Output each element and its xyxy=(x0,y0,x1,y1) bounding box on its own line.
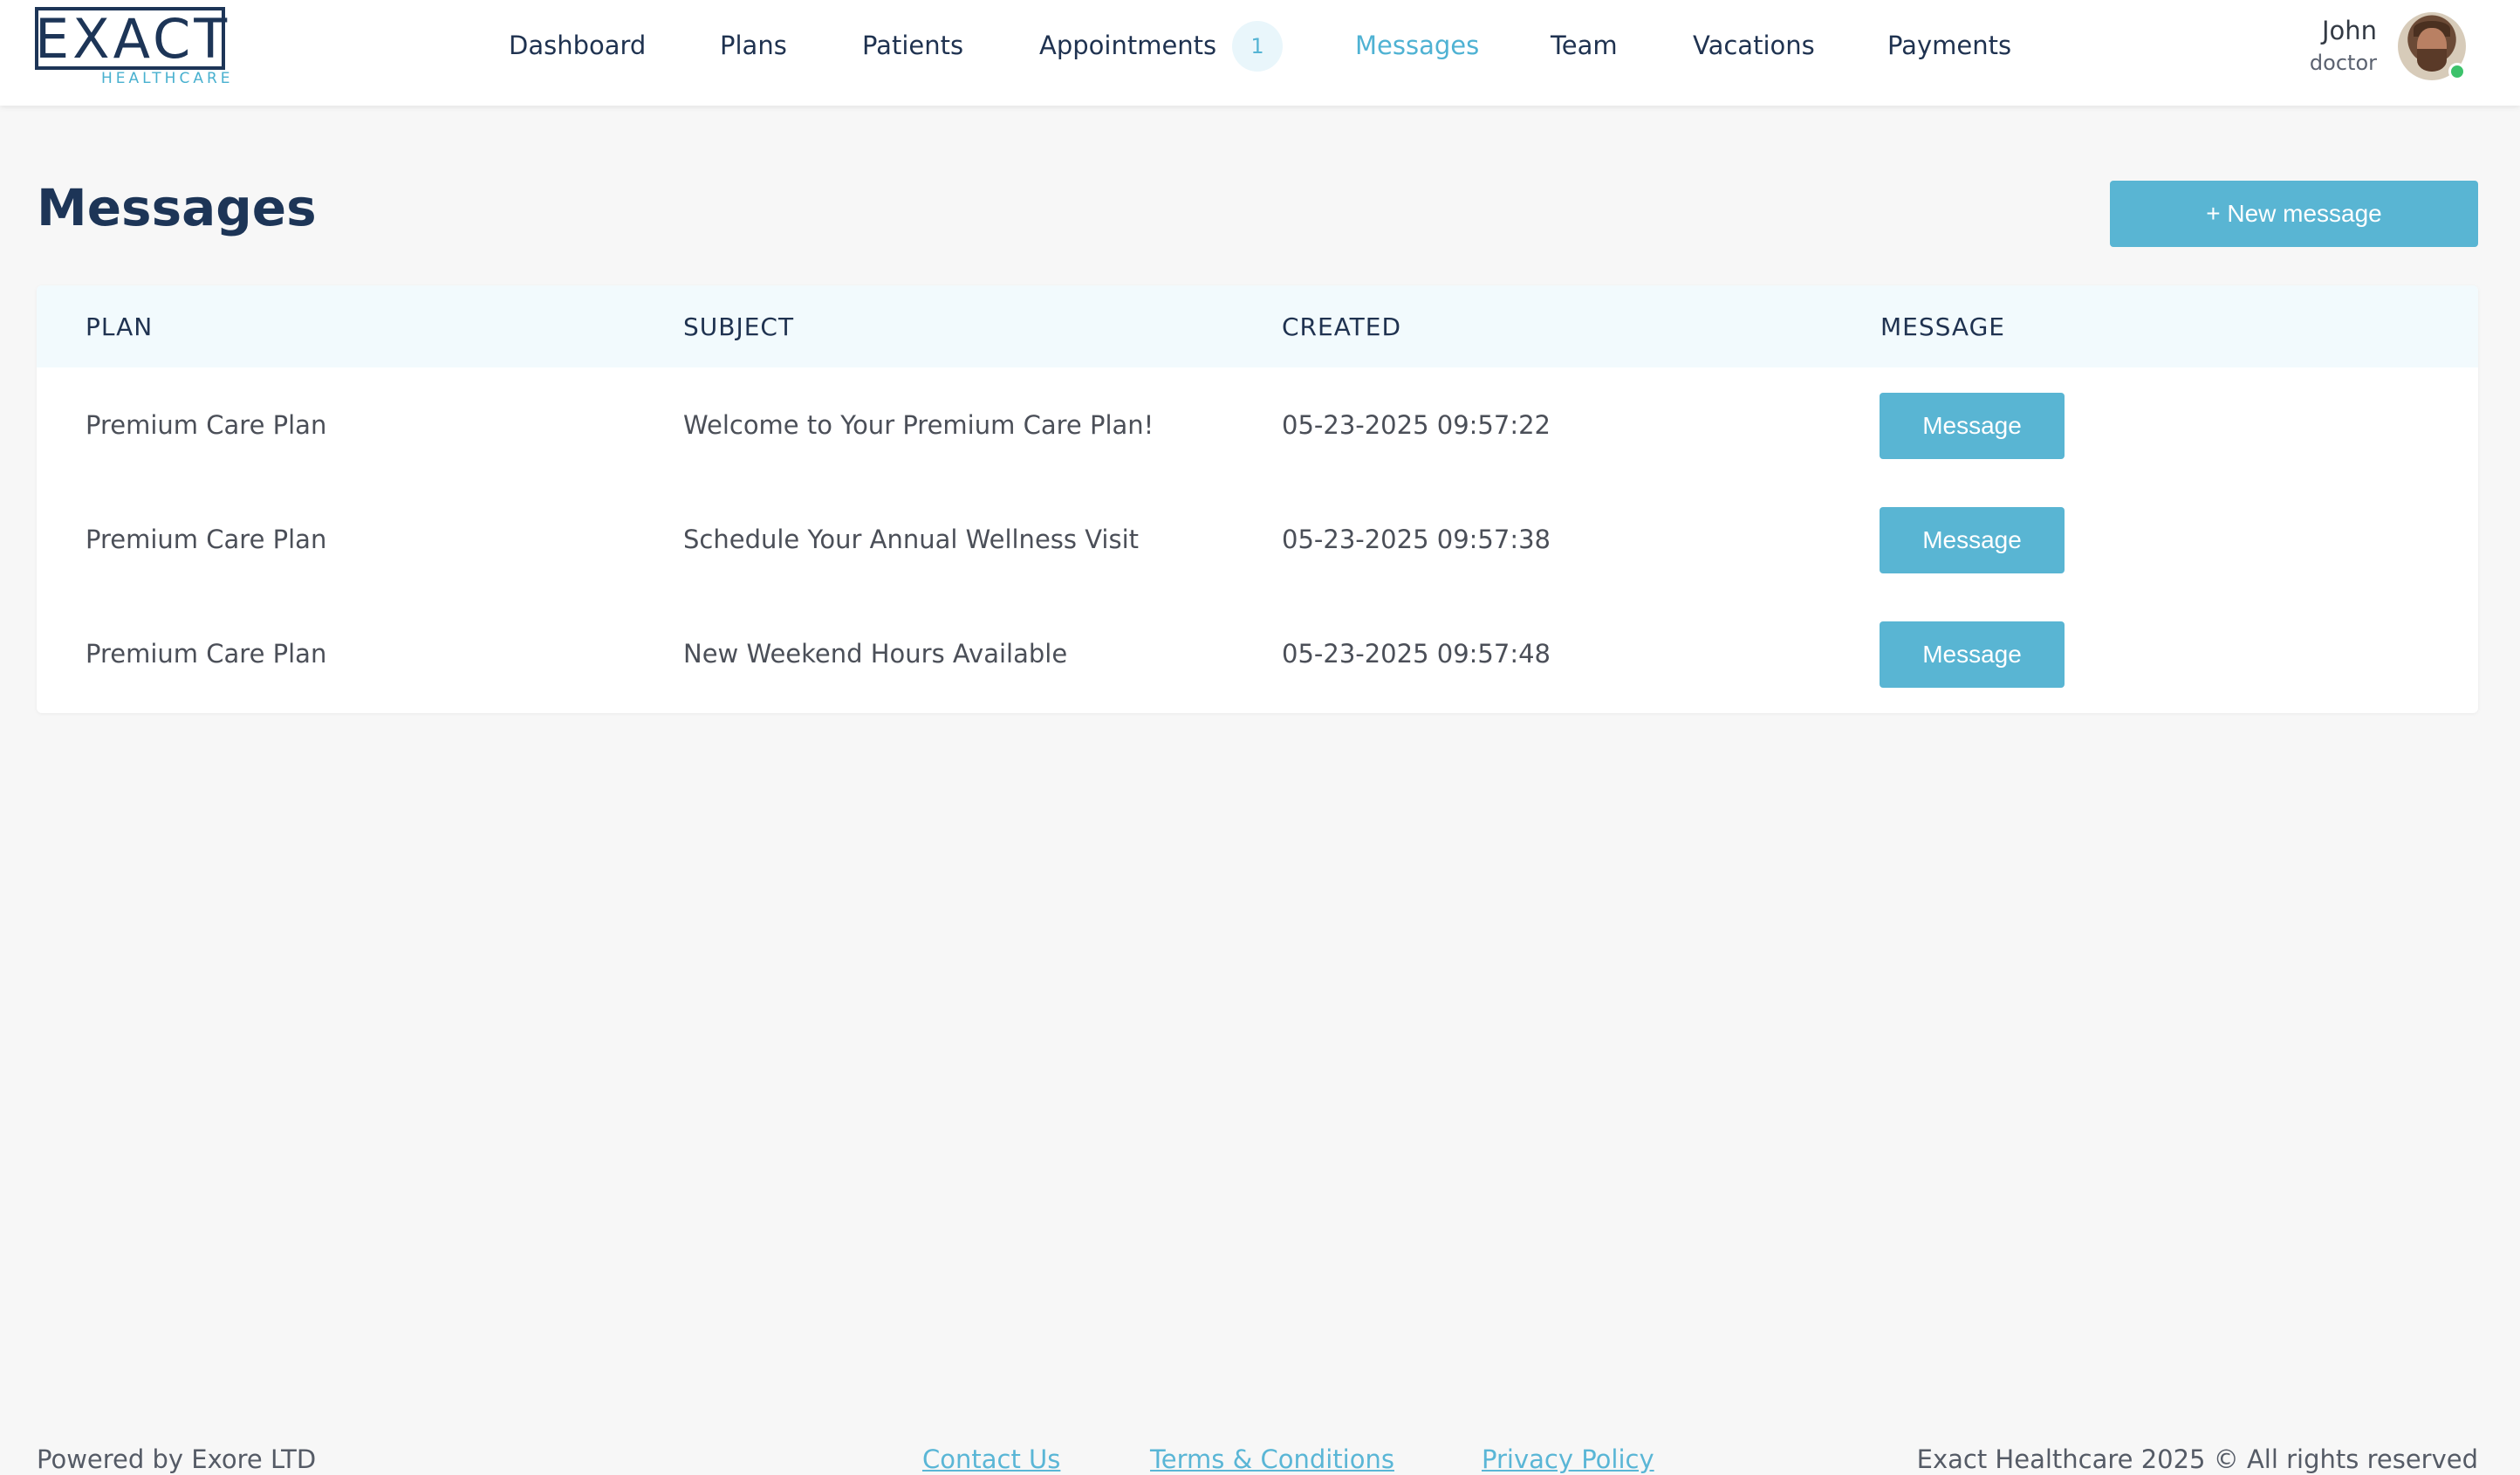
logo-subtitle: HEALTHCARE xyxy=(101,70,234,87)
footer-privacy-link[interactable]: Privacy Policy xyxy=(1482,1444,1654,1475)
row-subject: Welcome to Your Premium Care Plan! xyxy=(683,410,1154,440)
copyright-text: Exact Healthcare 2025 © All rights reser… xyxy=(1916,1444,2478,1474)
row-created: 05-23-2025 09:57:48 xyxy=(1282,639,1551,669)
appointments-count-badge: 1 xyxy=(1232,21,1283,72)
top-navbar: EXACT HEALTHCARE Dashboard Plans Patient… xyxy=(0,0,2520,106)
row-message-button[interactable]: Message xyxy=(1880,621,2065,688)
row-plan: Premium Care Plan xyxy=(86,525,327,554)
powered-by-text: Powered by Exore LTD xyxy=(37,1444,317,1474)
row-created: 05-23-2025 09:57:38 xyxy=(1282,525,1551,554)
nav-team[interactable]: Team xyxy=(1551,28,1618,63)
messages-table: PLAN SUBJECT CREATED MESSAGE Premium Car… xyxy=(37,285,2478,713)
online-status-icon xyxy=(2448,63,2466,80)
new-message-button[interactable]: + New message xyxy=(2110,181,2478,247)
row-message-button[interactable]: Message xyxy=(1880,507,2065,573)
column-header-subject: SUBJECT xyxy=(683,312,795,341)
nav-messages[interactable]: Messages xyxy=(1355,28,1479,63)
nav-plans[interactable]: Plans xyxy=(720,28,787,63)
logo-word: EXACT xyxy=(35,7,231,71)
table-row: Premium Care Plan New Weekend Hours Avai… xyxy=(37,596,2478,710)
avatar-beard-shape xyxy=(2417,49,2447,72)
column-header-created: CREATED xyxy=(1282,312,1402,341)
row-plan: Premium Care Plan xyxy=(86,410,327,440)
row-subject: Schedule Your Annual Wellness Visit xyxy=(683,525,1140,554)
row-plan: Premium Care Plan xyxy=(86,639,327,669)
footer-terms-link[interactable]: Terms & Conditions xyxy=(1150,1444,1394,1475)
column-header-plan: PLAN xyxy=(86,312,154,341)
row-created: 05-23-2025 09:57:22 xyxy=(1282,410,1551,440)
row-message-button[interactable]: Message xyxy=(1880,393,2065,459)
nav-patients[interactable]: Patients xyxy=(862,28,963,63)
user-role: doctor xyxy=(2309,51,2377,75)
exact-healthcare-logo[interactable]: EXACT HEALTHCARE xyxy=(35,7,234,87)
table-header: PLAN SUBJECT CREATED MESSAGE xyxy=(37,285,2478,367)
table-row: Premium Care Plan Schedule Your Annual W… xyxy=(37,482,2478,596)
nav-dashboard[interactable]: Dashboard xyxy=(509,28,646,63)
page-title: Messages xyxy=(37,178,317,237)
user-name[interactable]: John xyxy=(2322,16,2377,45)
footer-contact-link[interactable]: Contact Us xyxy=(922,1444,1060,1475)
nav-appointments[interactable]: Appointments xyxy=(1039,28,1216,63)
table-row: Premium Care Plan Welcome to Your Premiu… xyxy=(37,367,2478,482)
row-subject: New Weekend Hours Available xyxy=(683,639,1068,669)
column-header-message: MESSAGE xyxy=(1880,312,2005,341)
nav-vacations[interactable]: Vacations xyxy=(1693,28,1815,63)
nav-payments[interactable]: Payments xyxy=(1887,28,2011,63)
